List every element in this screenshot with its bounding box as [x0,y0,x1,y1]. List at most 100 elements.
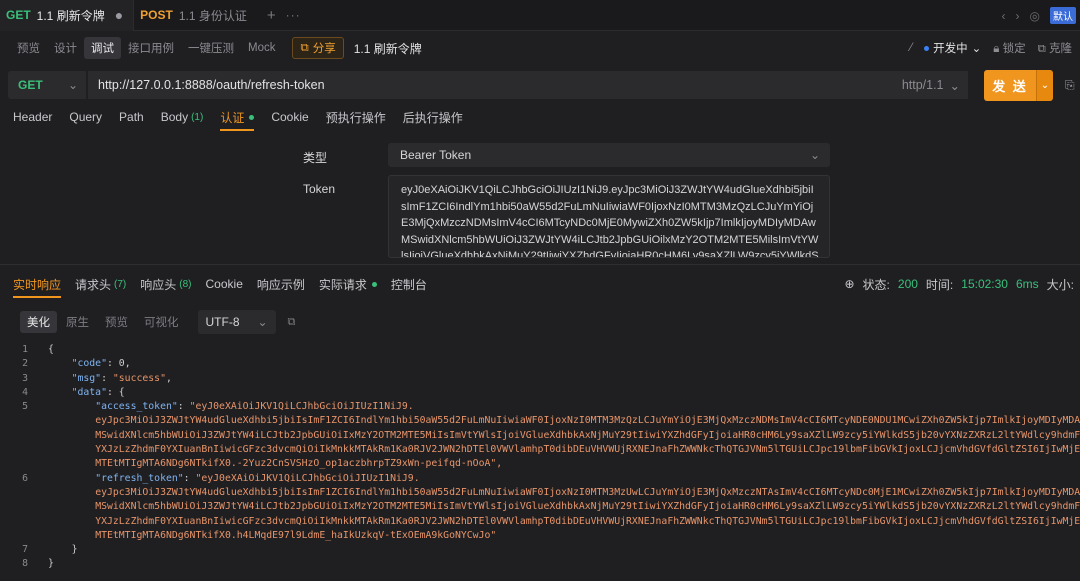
mode-preview[interactable]: 预览 [10,37,47,59]
tab-cookie[interactable]: Cookie [271,103,317,131]
fold-gutter [38,557,48,571]
panel-divider[interactable] [0,264,1080,265]
tab-response-headers[interactable]: 响应头 (8) [140,270,191,298]
method-select[interactable]: GET ⌄ [8,71,86,99]
code-line: 8} [0,557,1080,571]
lock-label: 锁定 [1002,43,1026,55]
line-number: 4 [22,386,28,398]
tab-query[interactable]: Query [69,103,111,131]
share-icon: ⧉ [300,41,309,54]
access-token-line-0: "eyJ0eXAiOiJKV1QiLCJhbGciOiJIUzI1NiJ9. [189,401,414,413]
line-number [0,486,38,500]
line-number [0,429,38,443]
tab-body[interactable]: Body (1) [161,103,213,131]
view-visualize[interactable]: 可视化 [137,311,186,333]
save-icon[interactable]: ⎘ [1065,78,1075,93]
lock-button[interactable]: 🔒︎ 锁定 [993,40,1025,56]
tab-label: 控制台 [390,277,427,292]
tab-title: 1.1 刷新令牌 [36,8,105,23]
tab-label: Body [160,110,189,124]
mode-toolbar: 预览 设计 调试 接口用例 一键压测 Mock ⧉ 分享 1.1 刷新令牌 ⁄ … [0,31,1080,65]
request-tab-post-auth[interactable]: POST 1.1 身份认证 [134,0,257,31]
line-number [0,500,38,514]
tab-auth[interactable]: 认证 [220,103,263,131]
encoding-select[interactable]: UTF-8 ⌄ [197,310,276,334]
code-line: eyJpc3MiOiJ3ZWJtYW4udGlueXdhbi5jbiIsImF1… [0,486,1080,500]
send-button[interactable]: 发 送 [984,69,1036,101]
http-version-select[interactable]: http/1.1 ⌄ [902,78,960,93]
auth-type-select[interactable]: Bearer Token ⌄ [388,143,830,167]
mode-debug[interactable]: 调试 [84,37,121,59]
tab-response-cookie[interactable]: Cookie [206,270,243,298]
request-tab-get-refresh[interactable]: GET 1.1 刷新令牌 ● [0,0,135,31]
fold-gutter [38,486,48,500]
target-icon[interactable]: ◎ [1030,9,1040,23]
tab-label: Header [13,110,53,124]
mode-stress-test[interactable]: 一键压测 [181,37,241,59]
mode-test-case[interactable]: 接口用例 [121,37,181,59]
request-tabs: Header Query Path Body (1) 认证 Cookie 预执行操… [0,103,1080,131]
environment-select[interactable]: 开发中 ⌄ [924,40,981,56]
copy-icon[interactable]: ⧉ [288,316,296,329]
url-input[interactable]: http://127.0.0.1:8888/oauth/refresh-toke… [88,71,968,99]
tab-pre-script[interactable]: 预执行操作 [326,103,395,131]
tab-path[interactable]: Path [119,103,153,131]
tabbar-right: ‹ › ◎ 默认 [1002,0,1080,31]
tab-actual-request[interactable]: 实际请求 [319,270,377,298]
msg-value: "success" [112,372,166,384]
view-pretty[interactable]: 美化 [20,311,57,333]
tab-console[interactable]: 控制台 [391,270,427,298]
request-title[interactable]: 1.1 刷新令牌 [354,40,422,57]
close-icon[interactable]: ● [115,7,123,23]
env-badge[interactable]: 默认 [1050,7,1076,24]
code-text: "access_token": "eyJ0eXAiOiJKV1QiLCJhbGc… [95,401,414,413]
tab-post-script[interactable]: 后执行操作 [403,103,472,131]
share-button[interactable]: ⧉ 分享 [292,37,344,59]
tab-header[interactable]: Header [13,103,61,131]
chevron-left-icon[interactable]: ‹ [1002,9,1006,23]
fold-gutter [38,372,48,386]
tab-label: 响应头 [140,277,177,292]
token-input[interactable]: eyJ0eXAiOiJKV1QiLCJhbGciOiJIUzI1NiJ9.eyJ… [388,175,830,258]
env-status-dot [924,45,930,51]
code-text: "refresh_token": "eyJ0eXAiOiJKV1QiLCJhbG… [95,472,420,484]
fold-gutter[interactable] [38,386,48,400]
refresh-token-line-3: YXJzLzZhdmF0YXIuanBnIiwicGFzc3dvcmQiOiIk… [95,515,1080,527]
refresh-token-line-1: eyJpc3MiOiJ3ZWJtYW4udGlueXdhbi5jbiIsImF1… [95,486,1080,498]
chevron-right-icon[interactable]: › [1016,9,1020,23]
tab-label: 预执行操作 [325,110,386,125]
new-tab-icon[interactable]: + [267,7,276,24]
tab-live-response[interactable]: 实时响应 [13,270,62,298]
chevron-down-icon: ⌄ [257,315,268,329]
more-tabs-icon[interactable]: ··· [286,8,301,22]
tab-response-example[interactable]: 响应示例 [257,270,305,298]
mode-mock[interactable]: Mock [241,39,282,57]
chevron-down-icon: ⌄ [971,43,982,55]
line-number [0,443,38,457]
tab-label: Query [69,110,103,124]
tab-label: 认证 [220,110,245,125]
send-button-group: 发 送 ⌄ [984,69,1053,101]
line-number: 6 [22,472,28,484]
view-raw[interactable]: 原生 [59,311,96,333]
clone-button[interactable]: ⧉ 克隆 [1038,40,1072,56]
access-token-line-1: eyJpc3MiOiJ3ZWJtYW4udGlueXdhbi5jbiIsImF1… [95,415,1080,427]
globe-icon[interactable]: ⊕ [844,277,854,291]
refresh-token-line-2: MSwidXNlcm5hbWUiOiJ3ZWJtYW4iLCJtb2JpbGUi… [95,501,1080,513]
format-icon[interactable]: ⁄ [910,42,912,54]
tab-label: Path [119,110,144,124]
mode-design[interactable]: 设计 [47,37,84,59]
fold-gutter [38,472,48,486]
code-text: YXJzLzZhdmF0YXIuanBnIiwicGFzc3dvcmQiOiIk… [48,515,1080,529]
tab-method: GET [6,8,31,22]
code-text: YXJzLzZhdmF0YXIuanBnIiwicGFzc3dvcmQiOiIk… [48,443,1080,457]
send-options-chevron-icon[interactable]: ⌄ [1036,69,1053,101]
tab-count: (7) [114,278,127,290]
response-body-editor[interactable]: 1{ 2 "code": 0, 3 "msg": "success", 4 "d… [0,343,1080,581]
tab-count: (1) [191,111,204,123]
env-label: 开发中 [933,43,968,55]
tab-request-headers[interactable]: 请求头 (7) [75,270,126,298]
clone-icon: ⧉ [1037,43,1046,55]
view-preview[interactable]: 预览 [98,311,135,333]
fold-gutter[interactable] [38,343,48,357]
